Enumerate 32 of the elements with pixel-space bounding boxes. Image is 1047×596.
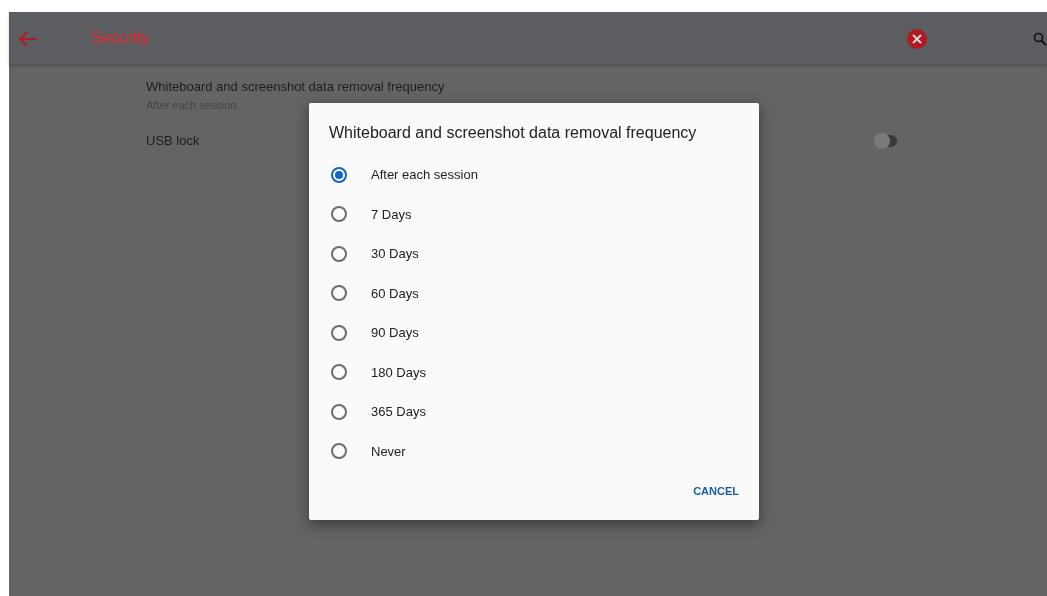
radio-option[interactable]: 90 Days	[329, 313, 739, 353]
radio-option[interactable]: 30 Days	[329, 234, 739, 274]
radio-option[interactable]: 7 Days	[329, 194, 739, 234]
radio-option[interactable]: Never	[329, 431, 739, 471]
radio-button[interactable]	[331, 364, 347, 381]
close-button[interactable]	[906, 26, 928, 50]
option-label: 365 Days	[371, 403, 426, 421]
option-label: 7 Days	[371, 205, 412, 224]
radio-button[interactable]	[331, 443, 347, 460]
radio-option[interactable]: 365 Days	[329, 392, 739, 432]
radio-button[interactable]	[331, 245, 347, 262]
radio-option[interactable]: After each session	[329, 155, 739, 195]
option-label: 180 Days	[371, 363, 426, 382]
option-label: 30 Days	[371, 245, 419, 263]
radio-button[interactable]	[331, 285, 347, 302]
option-label: 90 Days	[371, 324, 419, 342]
cancel-button[interactable]: CANCEL	[693, 479, 739, 504]
setting-label: USB lock	[146, 132, 200, 150]
radio-button[interactable]	[331, 166, 347, 183]
radio-button[interactable]	[331, 403, 347, 420]
option-label: Never	[371, 442, 406, 461]
dialog-title: Whiteboard and screenshot data removal frequency	[329, 123, 698, 143]
toggle-switch[interactable]	[877, 134, 897, 147]
radio-button[interactable]	[331, 324, 347, 341]
option-label: 60 Days	[371, 284, 419, 303]
radio-button[interactable]	[331, 206, 347, 223]
page-title: Security	[91, 28, 149, 48]
radio-option[interactable]: 180 Days	[329, 352, 739, 392]
back-arrow-icon	[17, 29, 39, 48]
radio-option[interactable]: 60 Days	[329, 273, 739, 313]
option-label: After each session	[371, 166, 478, 184]
setting-label: Whiteboard and screenshot data removal frequency	[146, 78, 445, 96]
